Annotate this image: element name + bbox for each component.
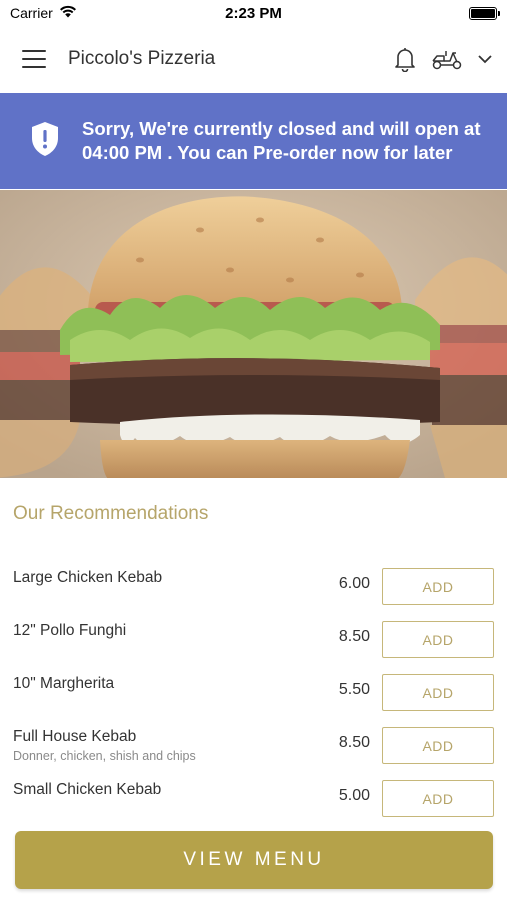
item-price: 5.50 (338, 681, 370, 698)
item-name: Small Chicken Kebab (13, 781, 162, 798)
shield-alert-icon (30, 121, 60, 162)
add-button[interactable]: ADD (382, 780, 494, 817)
item-description: Donner, chicken, shish and chips (13, 749, 196, 763)
section-title: Our Recommendations (13, 503, 209, 524)
chevron-down-icon[interactable] (477, 54, 493, 64)
item-name: 10" Margherita (13, 675, 115, 692)
wifi-icon (59, 5, 77, 21)
recommendations-list: Large Chicken Kebab 6.00 ADD 12" Pollo F… (0, 565, 507, 830)
menu-icon[interactable] (22, 50, 46, 68)
bell-icon[interactable] (393, 46, 417, 72)
battery-icon (469, 6, 500, 20)
item-name: 12" Pollo Funghi (13, 622, 127, 639)
add-button[interactable]: ADD (382, 674, 494, 711)
view-menu-button[interactable]: VIEW MENU (15, 831, 493, 889)
hero-burger-image (0, 190, 507, 478)
list-item: Small Chicken Kebab 5.00 ADD (0, 777, 507, 830)
add-button[interactable]: ADD (382, 621, 494, 658)
status-left: Carrier (10, 5, 77, 21)
item-price: 6.00 (338, 575, 370, 592)
item-name: Large Chicken Kebab (13, 569, 163, 586)
status-bar: Carrier 2:23 PM (0, 0, 507, 26)
header-actions (393, 46, 493, 72)
list-item: Full House Kebab Donner, chicken, shish … (0, 724, 507, 777)
item-price: 8.50 (338, 734, 370, 751)
add-button[interactable]: ADD (382, 568, 494, 605)
app-header: Piccolo's Pizzeria (0, 26, 507, 92)
list-item: 10" Margherita 5.50 ADD (0, 671, 507, 724)
closed-banner: Sorry, We're currently closed and will o… (0, 93, 507, 189)
carrier-label: Carrier (10, 5, 53, 21)
list-item: 12" Pollo Funghi 8.50 ADD (0, 618, 507, 671)
item-name: Full House Kebab (13, 728, 137, 745)
page-title: Piccolo's Pizzeria (68, 48, 216, 69)
item-price: 5.00 (338, 787, 370, 804)
list-item: Large Chicken Kebab 6.00 ADD (0, 565, 507, 618)
item-price: 8.50 (338, 628, 370, 645)
closed-message: Sorry, We're currently closed and will o… (82, 118, 481, 163)
add-button[interactable]: ADD (382, 727, 494, 764)
scooter-icon[interactable] (431, 47, 463, 71)
